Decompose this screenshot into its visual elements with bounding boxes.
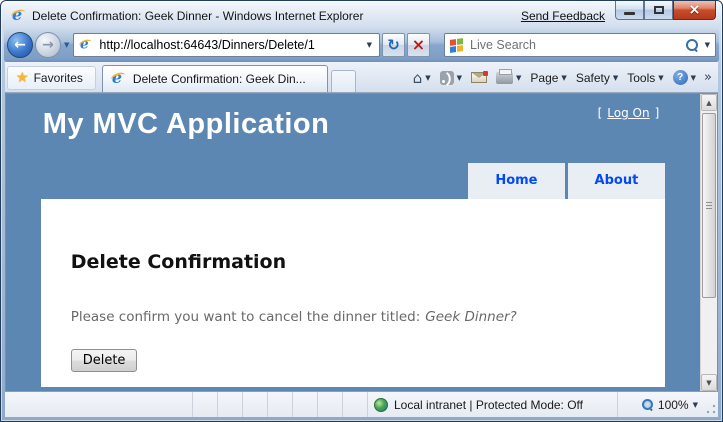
status-message-pane: [5, 392, 193, 417]
printer-icon: [496, 68, 513, 84]
forward-arrow-icon: →: [42, 37, 54, 53]
zoom-control[interactable]: 100% ▼: [618, 392, 704, 417]
favorites-star-icon: ★: [16, 70, 29, 86]
favorites-label: Favorites: [33, 71, 83, 85]
new-tab-button[interactable]: [330, 70, 356, 92]
vertical-scrollbar[interactable]: ▲ ▼: [700, 94, 717, 391]
page-icon: e: [78, 36, 94, 52]
mvc-page: My MVC Application [Log On] Home About D…: [40, 94, 666, 391]
history-dropdown-icon[interactable]: ▼: [64, 41, 69, 49]
zoom-dropdown-icon[interactable]: ▼: [693, 401, 698, 409]
print-button[interactable]: ▼: [493, 68, 524, 86]
page-menu[interactable]: Page ▼: [527, 69, 569, 87]
home-button[interactable]: ⌂ ▼: [410, 69, 434, 87]
command-bar: ⌂ ▼ ▼ ▼ Page ▼ Safety ▼ Tools ▼ ? ▼ »: [410, 68, 716, 92]
tools-menu[interactable]: Tools ▼: [624, 69, 666, 87]
close-icon: ×: [688, 2, 701, 18]
address-bar[interactable]: e http://localhost:64643/Dinners/Delete/…: [73, 33, 380, 57]
zoom-level: 100%: [657, 397, 689, 412]
help-menu[interactable]: ? ▼: [670, 68, 699, 87]
intranet-globe-icon: [374, 397, 388, 412]
rss-feed-icon: [439, 70, 454, 85]
safety-menu[interactable]: Safety ▼: [573, 69, 621, 87]
logon-link[interactable]: Log On: [607, 106, 649, 120]
page-heading: Delete Confirmation: [70, 251, 287, 273]
main-content: Delete Confirmation Please confirm you w…: [40, 199, 666, 387]
scrollbar-thumb[interactable]: [702, 113, 716, 298]
search-input[interactable]: Live Search: [470, 38, 685, 52]
tab-bar: ★ Favorites e Delete Confirmation: Geek …: [5, 62, 718, 93]
scroll-up-icon[interactable]: ▲: [701, 94, 717, 111]
site-menu: Home About: [468, 163, 666, 199]
forward-button[interactable]: →: [35, 32, 61, 58]
title-bar[interactable]: e Delete Confirmation: Geek Dinner - Win…: [5, 1, 718, 28]
toolbar-overflow-icon[interactable]: »: [702, 70, 714, 85]
url-input[interactable]: http://localhost:64643/Dinners/Delete/1: [99, 38, 363, 52]
site-header: My MVC Application [Log On] Home About: [41, 94, 666, 199]
zone-text: Local intranet | Protected Mode: Off: [394, 397, 583, 412]
menu-item-about[interactable]: About: [567, 163, 666, 199]
browser-viewport: My MVC Application [Log On] Home About D…: [5, 93, 718, 391]
minimize-icon: [624, 11, 635, 15]
browser-window: e Delete Confirmation: Geek Dinner - Win…: [0, 0, 723, 422]
close-button[interactable]: ×: [673, 1, 716, 20]
feeds-button[interactable]: ▼: [437, 69, 465, 87]
scroll-down-icon[interactable]: ▼: [701, 374, 717, 391]
scrollbar-track[interactable]: [701, 111, 717, 374]
read-mail-button[interactable]: [468, 70, 490, 85]
window-controls: ×: [615, 1, 716, 20]
resize-grip[interactable]: [704, 403, 717, 416]
home-icon: ⌂: [412, 68, 423, 87]
stop-icon: ×: [411, 35, 426, 54]
live-search-icon: [450, 37, 463, 53]
security-zone-pane: Local intranet | Protected Mode: Off: [368, 392, 618, 417]
status-bar: Local intranet | Protected Mode: Off 100…: [5, 391, 718, 417]
dinner-title: Geek Dinner?: [425, 309, 517, 325]
refresh-button[interactable]: ↻: [382, 33, 405, 57]
help-icon: ?: [672, 70, 688, 85]
favorites-button[interactable]: ★ Favorites: [7, 66, 96, 90]
logon-area: [Log On]: [597, 106, 660, 120]
navigation-bar: ← → ▼ e http://localhost:64643/Dinners/D…: [4, 28, 719, 62]
zoom-magnifier-icon: [641, 398, 654, 411]
address-dropdown-icon[interactable]: ▼: [364, 41, 375, 49]
back-arrow-icon: ←: [14, 37, 26, 53]
ie-logo-icon: e: [9, 5, 28, 24]
confirm-text: Please confirm you want to cancel the di…: [70, 309, 517, 325]
active-tab[interactable]: e Delete Confirmation: Geek Din...: [101, 65, 328, 92]
send-feedback-link[interactable]: Send Feedback: [521, 9, 605, 23]
maximize-icon: [653, 6, 664, 14]
back-button[interactable]: ←: [7, 32, 33, 58]
minimize-button[interactable]: [615, 1, 644, 20]
stop-button[interactable]: ×: [407, 33, 430, 57]
menu-item-home[interactable]: Home: [468, 163, 565, 199]
search-box[interactable]: Live Search ▼: [444, 33, 716, 57]
search-dropdown-icon[interactable]: ▼: [705, 41, 710, 49]
tab-page-icon: e: [109, 68, 127, 87]
delete-button[interactable]: Delete: [70, 349, 138, 372]
tab-title: Delete Confirmation: Geek Din...: [132, 72, 306, 86]
mail-icon: [471, 71, 488, 83]
search-icon[interactable]: [685, 38, 699, 52]
refresh-icon: ↻: [387, 35, 400, 54]
maximize-button[interactable]: [644, 1, 673, 20]
site-title: My MVC Application: [42, 108, 330, 140]
window-title: Delete Confirmation: Geek Dinner - Windo…: [32, 8, 364, 23]
